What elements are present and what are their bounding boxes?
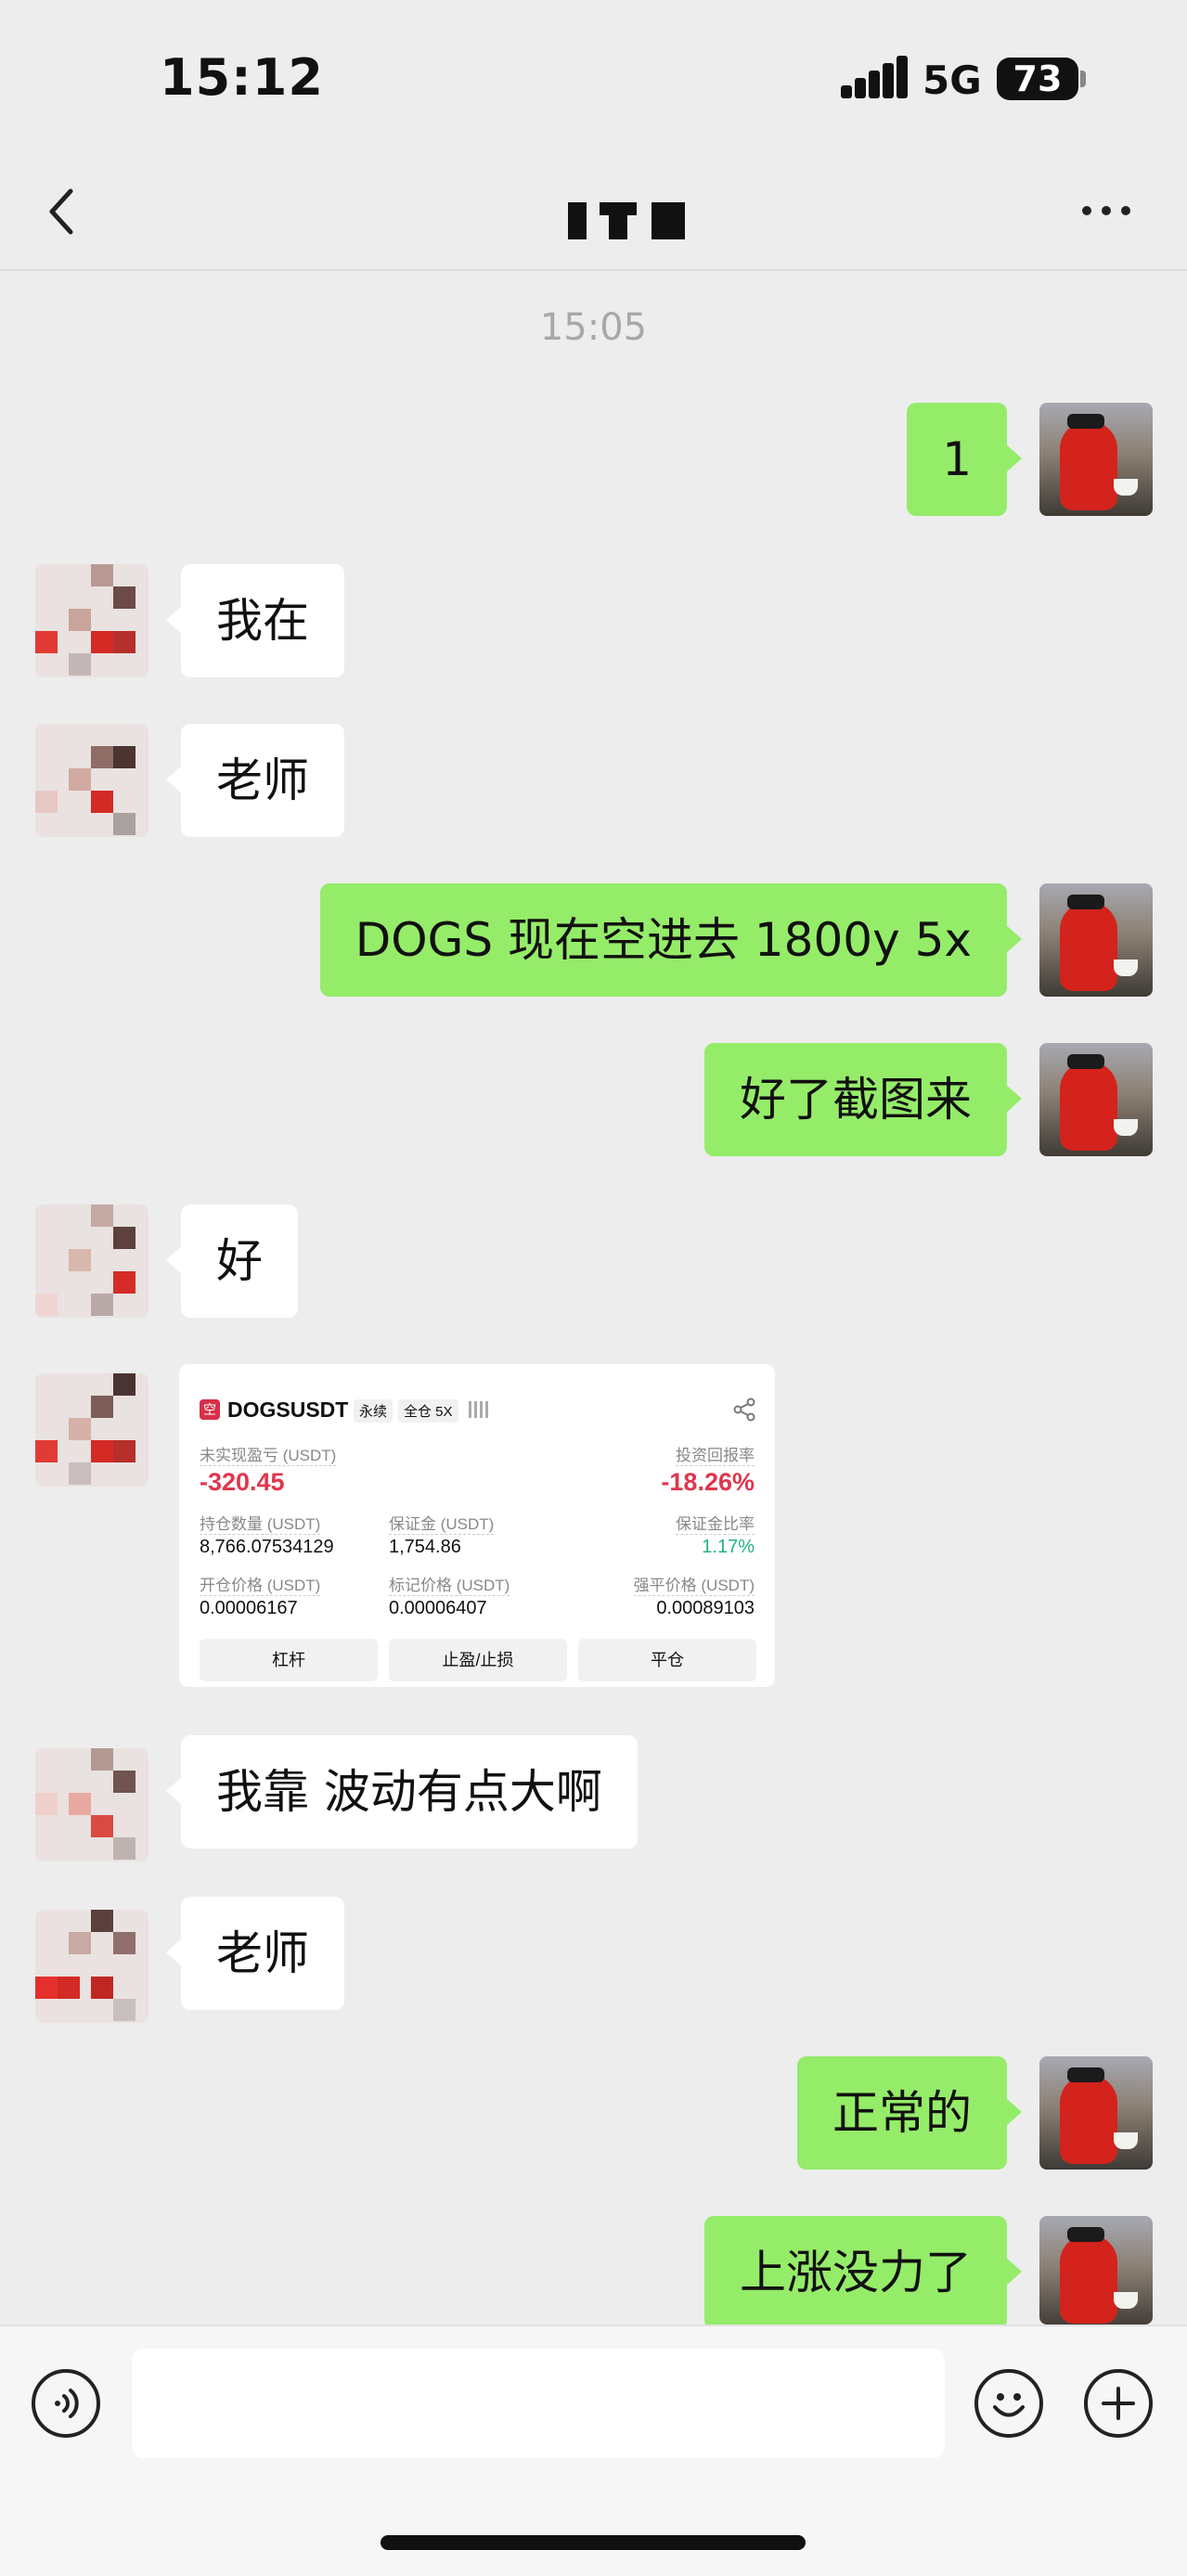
margin-label: 保证金 (USDT) (389, 1511, 495, 1535)
unrealized-pnl-label: 未实现盈亏 (USDT) (200, 1442, 337, 1466)
mark-price-label: 标记价格 (USDT) (389, 1572, 510, 1596)
my-avatar[interactable] (1039, 883, 1153, 997)
message-bubble-outgoing[interactable]: 上涨没力了 (704, 2216, 1022, 2329)
my-avatar[interactable] (1039, 2056, 1153, 2170)
unrealized-pnl-value: -320.45 (200, 1468, 285, 1496)
share-icon (733, 1397, 755, 1422)
status-time: 15:12 (160, 48, 324, 107)
status-bar: 15:12 5G 73 (0, 0, 1187, 158)
message-bubble-incoming[interactable]: 老师 (166, 724, 344, 837)
roi-value: -18.26% (661, 1468, 755, 1496)
entry-price-value: 0.00006167 (200, 1598, 298, 1618)
roi-label: 投资回报率 (676, 1442, 755, 1466)
plus-icon[interactable] (1084, 2369, 1153, 2438)
short-position-badge: 空 (200, 1399, 220, 1420)
message-bubble-outgoing[interactable]: 1 (907, 403, 1022, 516)
message-bubble-outgoing[interactable]: 正常的 (797, 2056, 1022, 2170)
entry-price-label: 开仓价格 (USDT) (200, 1572, 321, 1596)
leverage-button: 杠杆 (200, 1639, 378, 1681)
margin-value: 1,754.86 (389, 1537, 461, 1557)
position-size-label: 持仓数量 (USDT) (200, 1511, 321, 1535)
battery-icon: 73 (997, 58, 1078, 100)
contact-avatar[interactable] (35, 1748, 148, 1861)
position-screenshot-card[interactable]: 空 DOGSUSDT 永续 全仓 5X 未实现盈亏 (USDT) -320.45… (179, 1364, 775, 1687)
my-avatar[interactable] (1039, 403, 1153, 516)
chat-header (0, 158, 1187, 271)
perpetual-tag: 永续 (354, 1399, 394, 1423)
margin-mode-tag: 全仓 5X (398, 1399, 458, 1423)
contact-avatar[interactable] (35, 1373, 148, 1487)
contact-avatar[interactable] (35, 724, 148, 837)
my-avatar[interactable] (1039, 2216, 1153, 2325)
contact-avatar[interactable] (35, 1910, 148, 2023)
position-size-value: 8,766.07534129 (200, 1537, 334, 1557)
contact-avatar[interactable] (35, 564, 148, 677)
contact-avatar[interactable] (35, 1204, 148, 1318)
voice-icon[interactable] (32, 2369, 100, 2438)
my-avatar[interactable] (1039, 1043, 1153, 1156)
home-indicator[interactable] (381, 2535, 806, 2550)
message-input[interactable] (132, 2349, 945, 2458)
chat-title-redacted (568, 202, 685, 239)
chevron-left-icon[interactable] (37, 184, 93, 239)
emoji-icon[interactable] (974, 2369, 1043, 2438)
signal-icon (841, 56, 908, 98)
ellipsis-icon[interactable] (1077, 202, 1136, 221)
liq-price-value: 0.00089103 (656, 1598, 755, 1618)
tp-sl-button: 止盈/止损 (389, 1639, 567, 1681)
message-bubble-incoming[interactable]: 老师 (166, 1897, 344, 2010)
message-bubble-outgoing[interactable]: 好了截图来 (704, 1043, 1022, 1156)
message-bubble-outgoing[interactable]: DOGS 现在空进去 1800y 5x (319, 883, 1023, 997)
margin-ratio-value: 1.17% (702, 1537, 755, 1557)
margin-ratio-label: 保证金比率 (676, 1511, 755, 1535)
message-timestamp: 15:05 (539, 306, 648, 349)
leverage-bars-icon (469, 1401, 489, 1418)
trading-pair: DOGSUSDT (227, 1397, 349, 1422)
battery-cap (1080, 71, 1086, 87)
mark-price-value: 0.00006407 (389, 1598, 487, 1618)
close-position-button: 平仓 (578, 1639, 756, 1681)
message-bubble-incoming[interactable]: 我靠 波动有点大啊 (166, 1735, 638, 1848)
message-bubble-incoming[interactable]: 好 (166, 1204, 298, 1318)
liq-price-label: 强平价格 (USDT) (633, 1572, 755, 1596)
message-bubble-incoming[interactable]: 我在 (166, 564, 344, 677)
network-type: 5G (923, 58, 982, 103)
